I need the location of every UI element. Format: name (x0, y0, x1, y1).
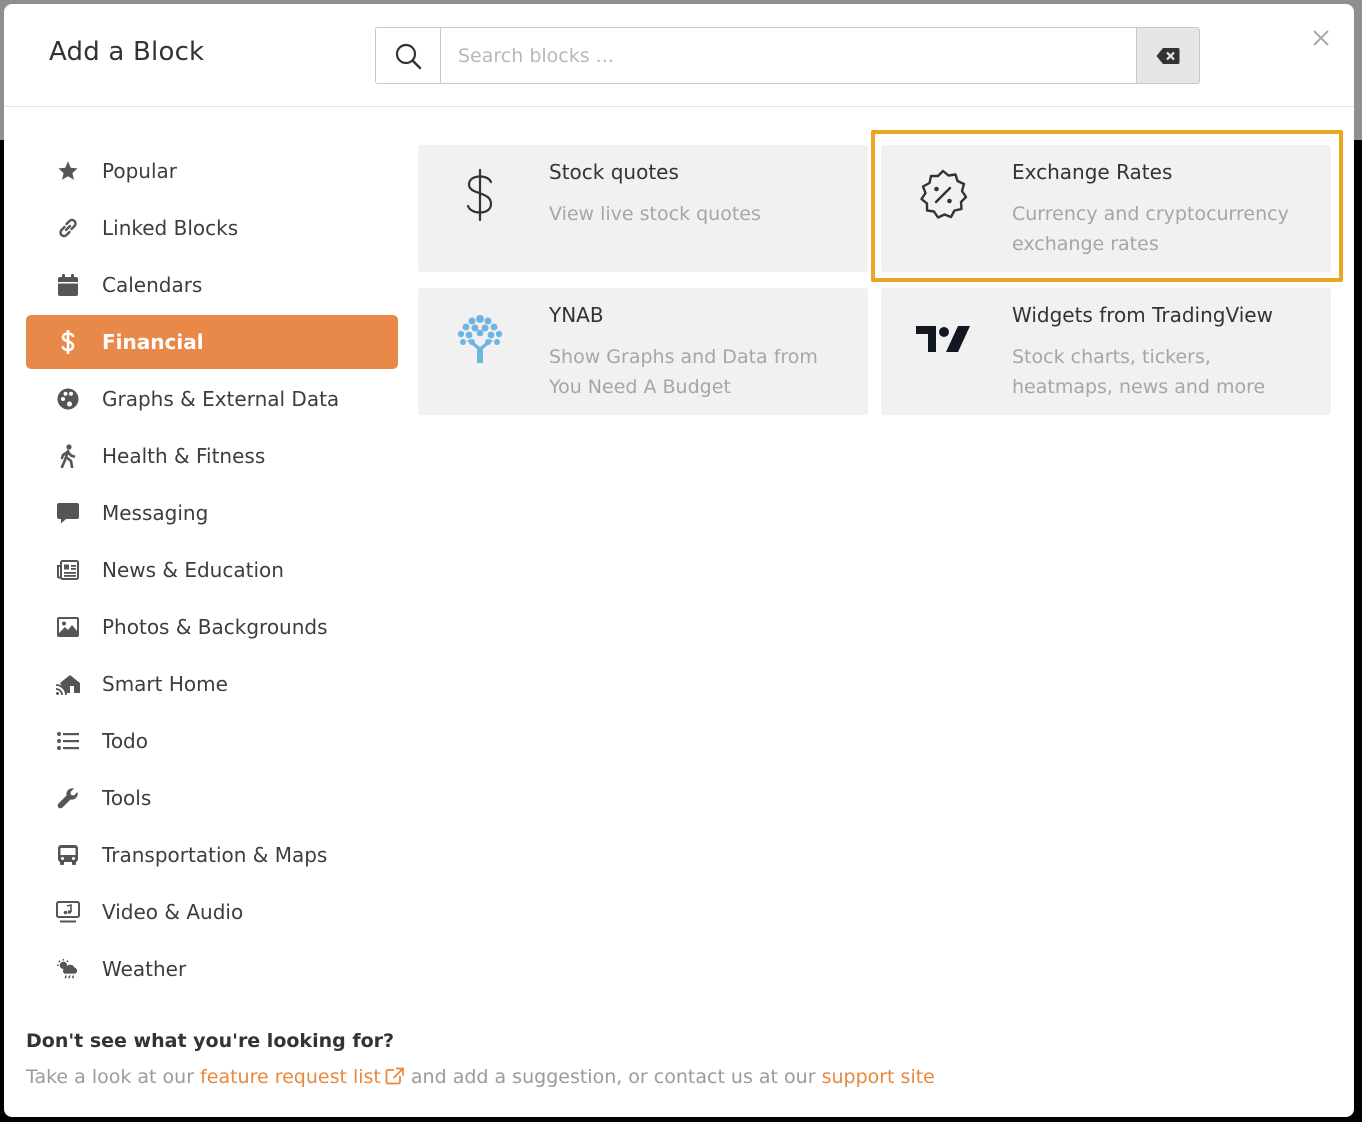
sidebar-item-calendars[interactable]: Calendars (26, 258, 398, 312)
add-block-dialog: Add a Block Search blocks ... Popular Li… (4, 4, 1354, 1117)
sidebar-item-label: Tools (102, 786, 152, 810)
block-description: View live stock quotes (549, 203, 761, 225)
search-input[interactable] (441, 28, 1136, 83)
block-title: Stock quotes (549, 160, 679, 184)
sidebar-item-label: Todo (102, 729, 148, 753)
close-icon (1313, 30, 1329, 46)
sidebar-item-label: Financial (102, 330, 204, 354)
calendar-icon (56, 273, 80, 297)
block-title: Widgets from TradingView (1012, 303, 1273, 327)
footer-text: Take a look at our feature request list … (26, 1066, 935, 1088)
feature-request-link[interactable]: feature request list (200, 1066, 405, 1088)
sidebar-item-label: Linked Blocks (102, 216, 239, 240)
sidebar-item-messaging[interactable]: Messaging (26, 486, 398, 540)
dollar-sign-icon (440, 165, 520, 225)
sidebar-item-label: Video & Audio (102, 900, 244, 924)
support-site-link[interactable]: support site (822, 1066, 935, 1088)
sidebar-item-todo[interactable]: Todo (26, 714, 398, 768)
sidebar-item-label: Transportation & Maps (102, 843, 328, 867)
block-title: YNAB (549, 303, 604, 327)
dialog-footer: Don't see what you're looking for? Take … (26, 1030, 935, 1088)
sidebar-item-weather[interactable]: Weather (26, 942, 398, 996)
search-bar (375, 27, 1200, 84)
percent-badge-icon (903, 165, 983, 225)
bus-icon (56, 843, 80, 867)
sidebar-item-news-education[interactable]: News & Education (26, 543, 398, 597)
sidebar-item-label: News & Education (102, 558, 284, 582)
clear-search-button[interactable] (1136, 28, 1199, 83)
message-icon (56, 501, 80, 525)
close-button[interactable] (1309, 26, 1333, 50)
footer-text-before: Take a look at our (26, 1066, 201, 1088)
block-card-stock-quotes[interactable]: Stock quotes View live stock quotes (418, 145, 868, 272)
palette-icon (56, 387, 80, 411)
wrench-icon (56, 786, 80, 810)
sidebar-item-transportation-maps[interactable]: Transportation & Maps (26, 828, 398, 882)
sidebar-item-popular[interactable]: Popular (26, 144, 398, 198)
sidebar-item-label: Weather (102, 957, 187, 981)
sidebar-item-financial[interactable]: Financial (26, 315, 398, 369)
sidebar-item-graphs[interactable]: Graphs & External Data (26, 372, 398, 426)
category-sidebar: Popular Linked Blocks Calendars Financia… (26, 144, 398, 999)
sidebar-item-label: Smart Home (102, 672, 228, 696)
block-description: Currency and cryptocurrency exchange rat… (1012, 203, 1289, 255)
block-description: Stock charts, tickers, heatmaps, news an… (1012, 346, 1266, 398)
image-icon (56, 615, 80, 639)
ynab-tree-icon (440, 308, 520, 368)
feature-request-link-label: feature request list (200, 1066, 381, 1088)
external-link-icon (385, 1067, 404, 1085)
block-card-exchange-rates[interactable]: Exchange Rates Currency and cryptocurren… (881, 145, 1331, 272)
sidebar-item-label: Photos & Backgrounds (102, 615, 328, 639)
dollar-icon (56, 330, 80, 354)
sidebar-item-label: Calendars (102, 273, 203, 297)
sidebar-item-label: Graphs & External Data (102, 387, 340, 411)
sidebar-item-tools[interactable]: Tools (26, 771, 398, 825)
smart-home-icon (56, 672, 80, 696)
sidebar-item-label: Health & Fitness (102, 444, 266, 468)
block-title: Exchange Rates (1012, 160, 1173, 184)
dialog-header: Add a Block (4, 4, 1354, 107)
sidebar-item-linked-blocks[interactable]: Linked Blocks (26, 201, 398, 255)
star-icon (56, 159, 80, 183)
tradingview-logo-icon (903, 308, 983, 368)
walking-icon (56, 444, 80, 468)
backspace-icon (1156, 47, 1180, 64)
sidebar-item-label: Popular (102, 159, 177, 183)
sidebar-item-health-fitness[interactable]: Health & Fitness (26, 429, 398, 483)
search-button[interactable] (376, 28, 441, 83)
tv-music-icon (56, 900, 80, 924)
sidebar-item-photos-backgrounds[interactable]: Photos & Backgrounds (26, 600, 398, 654)
block-description: Show Graphs and Data from You Need A Bud… (549, 346, 818, 398)
sidebar-item-label: Messaging (102, 501, 209, 525)
block-card-tradingview[interactable]: Widgets from TradingView Stock charts, t… (881, 288, 1331, 415)
sidebar-item-video-audio[interactable]: Video & Audio (26, 885, 398, 939)
search-icon (395, 43, 422, 69)
weather-icon (56, 957, 80, 981)
link-icon (56, 216, 80, 240)
footer-text-middle: and add a suggestion, or contact us at o… (404, 1066, 822, 1088)
newspaper-icon (56, 558, 80, 582)
sidebar-item-smart-home[interactable]: Smart Home (26, 657, 398, 711)
list-icon (56, 729, 80, 753)
footer-question: Don't see what you're looking for? (26, 1030, 395, 1052)
dialog-title: Add a Block (49, 37, 205, 67)
block-card-ynab[interactable]: YNAB Show Graphs and Data from You Need … (418, 288, 868, 415)
